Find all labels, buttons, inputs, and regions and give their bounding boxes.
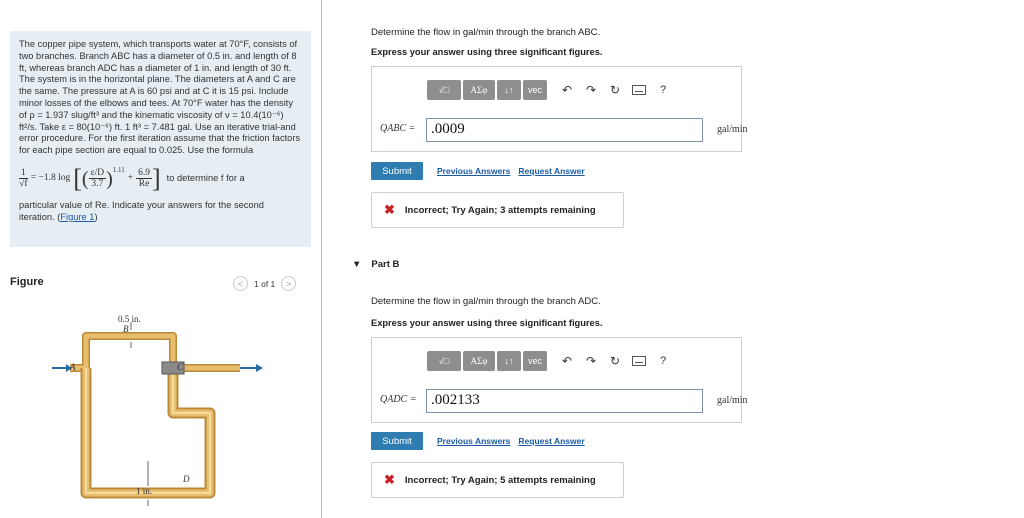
part-b-answer-input[interactable]: .002133 <box>426 389 703 413</box>
reset-icon[interactable]: ↻ <box>603 80 627 100</box>
problem-statement: The copper pipe system, which transports… <box>10 31 311 247</box>
help-icon[interactable]: ? <box>651 351 675 371</box>
templates-button[interactable]: √□ <box>427 80 461 100</box>
problem-text-2: particular value of Re. Indicate your an… <box>19 199 264 222</box>
formula-eps-frac: ε/D 3.7 <box>88 168 107 190</box>
redo-icon[interactable]: ↷ <box>579 351 603 371</box>
part-b-unit: gal/min <box>717 395 748 406</box>
part-a-unit: gal/min <box>717 124 748 135</box>
symbols-button[interactable]: ΑΣφ <box>463 351 495 371</box>
left-panel: The copper pipe system, which transports… <box>0 0 322 518</box>
problem-text-1: The copper pipe system, which transports… <box>19 39 301 156</box>
label-top-dimension: 0.5 in. <box>118 314 141 324</box>
prev-figure-button[interactable]: < <box>233 276 248 291</box>
formula-lhs: 1 √f <box>19 168 28 190</box>
part-b-request-answer-link[interactable]: Request Answer <box>518 436 584 446</box>
friction-formula: 1 √f = −1.8 log [ ( ε/D 3.7 ) 1.11 + 6.9… <box>19 163 245 193</box>
vector-button[interactable]: vec <box>523 351 547 371</box>
label-D: D <box>182 474 190 484</box>
incorrect-icon: ✖ <box>384 472 395 487</box>
part-a-section: Determine the flow in gal/min through th… <box>341 0 1024 248</box>
part-b-answer-box: √□ ΑΣφ ↓↑ vec ↶ ↷ ↻ ? QADC = .002133 gal… <box>371 337 748 423</box>
figure-heading: Figure <box>10 276 44 288</box>
label-A: A <box>69 362 76 372</box>
formula-eq: = −1.8 log <box>30 173 71 184</box>
part-a-feedback: ✖ Incorrect; Try Again; 3 attempts remai… <box>371 192 624 228</box>
redo-icon[interactable]: ↷ <box>579 80 603 100</box>
flow-in-arrow <box>52 364 72 372</box>
part-b-previous-answers-link[interactable]: Previous Answers <box>437 436 510 446</box>
right-panel: Determine the flow in gal/min through th… <box>341 0 1024 518</box>
subscript-button[interactable]: ↓↑ <box>497 80 521 100</box>
label-bottom-dimension: 1 in. <box>136 486 152 496</box>
symbols-button[interactable]: ΑΣφ <box>463 80 495 100</box>
label-B: B <box>123 324 129 334</box>
templates-button[interactable]: √□ <box>427 351 461 371</box>
part-b-submit-button[interactable]: Submit <box>371 432 423 450</box>
part-a-instruction: Express your answer using three signific… <box>371 47 603 57</box>
subscript-button[interactable]: ↓↑ <box>497 351 521 371</box>
part-b-instruction: Express your answer using three signific… <box>371 318 603 328</box>
part-b-feedback-text: Incorrect; Try Again; 5 attempts remaini… <box>404 474 596 486</box>
formula-tail: to determine f for a <box>166 173 245 184</box>
part-b-answer-label: QADC = <box>380 394 417 405</box>
part-b-feedback: ✖ Incorrect; Try Again; 5 attempts remai… <box>371 462 624 498</box>
keyboard-icon[interactable] <box>627 351 651 371</box>
column-divider <box>321 0 322 518</box>
collapse-triangle-icon[interactable]: ▼ <box>352 259 361 270</box>
vector-button[interactable]: vec <box>523 80 547 100</box>
part-a-submit-button[interactable]: Submit <box>371 162 423 180</box>
next-figure-button[interactable]: > <box>281 276 297 291</box>
part-b-title: Part B <box>371 259 400 270</box>
part-a-question: Determine the flow in gal/min through th… <box>371 27 601 38</box>
figure-pager: < 1 of 1 > <box>233 276 297 291</box>
part-a-previous-answers-link[interactable]: Previous Answers <box>437 166 510 176</box>
formula-re-frac: 6.9 Re <box>136 168 152 190</box>
part-b-question: Determine the flow in gal/min through th… <box>371 296 601 307</box>
pipe-system-figure: 0.5 in. B A C D 1 in. <box>52 314 263 506</box>
figure-link[interactable]: Figure 1 <box>60 212 94 222</box>
part-a-request-answer-link[interactable]: Request Answer <box>518 166 584 176</box>
pipe-network <box>70 332 240 499</box>
part-a-feedback-text: Incorrect; Try Again; 3 attempts remaini… <box>404 204 596 216</box>
keyboard-icon[interactable] <box>627 80 651 100</box>
flow-out-arrow <box>240 364 263 372</box>
pager-text: 1 of 1 <box>254 278 276 289</box>
reset-icon[interactable]: ↻ <box>603 351 627 371</box>
part-a-answer-input[interactable]: .0009 <box>426 118 703 142</box>
part-a-answer-label: QABC = <box>380 123 416 134</box>
part-a-toolbar: √□ ΑΣφ ↓↑ vec ↶ ↷ ↻ ? <box>427 80 675 100</box>
label-C: C <box>177 362 184 372</box>
part-a-answer-box: √□ ΑΣφ ↓↑ vec ↶ ↷ ↻ ? QABC = .0009 gal/m… <box>371 66 748 152</box>
part-b-header[interactable]: ▼ Part B <box>352 259 399 270</box>
part-b-toolbar: √□ ΑΣφ ↓↑ vec ↶ ↷ ↻ ? <box>427 351 675 371</box>
part-b-section: Determine the flow in gal/min through th… <box>341 248 1024 518</box>
formula-exponent: 1.11 <box>112 165 125 174</box>
help-icon[interactable]: ? <box>651 80 675 100</box>
undo-icon[interactable]: ↶ <box>555 351 579 371</box>
incorrect-icon: ✖ <box>384 202 395 217</box>
undo-icon[interactable]: ↶ <box>555 80 579 100</box>
